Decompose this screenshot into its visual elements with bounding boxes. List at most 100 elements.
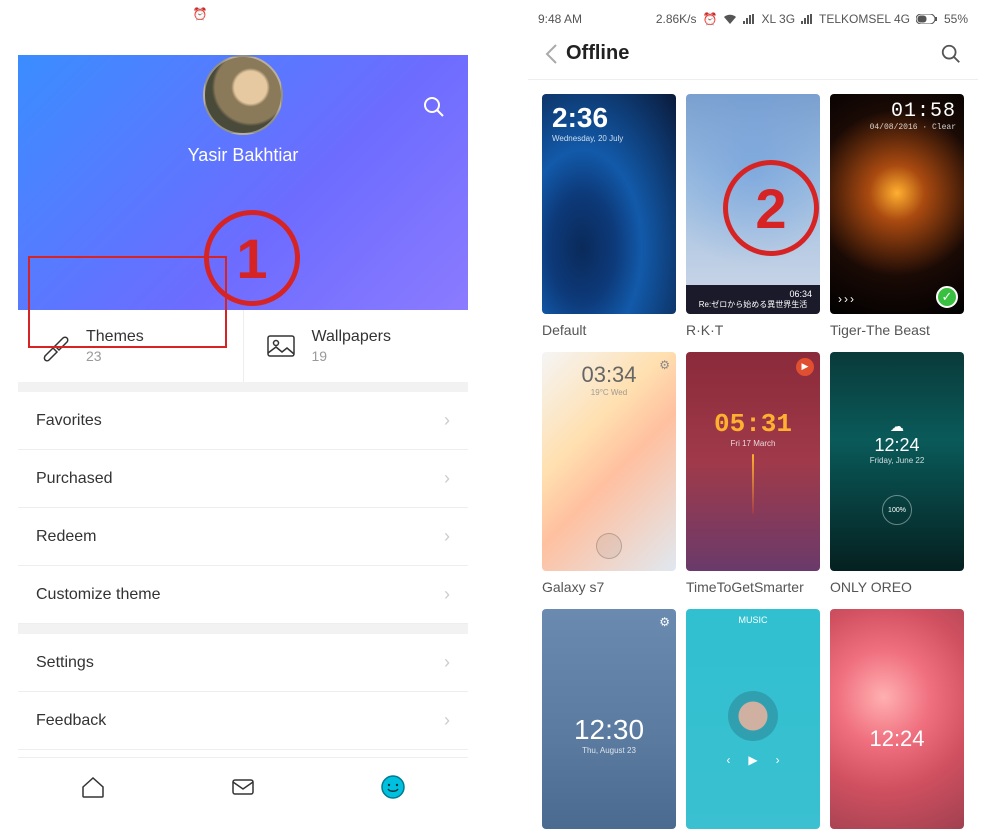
- theme-label: Tiger-The Beast: [830, 314, 964, 342]
- clock-text: 01:58: [870, 100, 956, 123]
- theme-thumb: 06:34 Re:ゼロから始める異世界生活: [686, 94, 820, 314]
- image-icon: [264, 329, 298, 363]
- theme-thumb: ⚙ 12:30 Thu, August 23: [542, 609, 676, 829]
- menu-label: Feedback: [36, 712, 106, 730]
- wallpapers-label: Wallpapers: [312, 328, 391, 346]
- theme-default[interactable]: 2:36 Wednesday, 20 July Default: [542, 94, 676, 342]
- signal-icon: [291, 9, 303, 19]
- right-screenshot: 9:48 AM 2.86K/s ⏰ XL 3G TELKOMSEL 4G 55%…: [528, 0, 978, 815]
- battery-icon: [916, 14, 938, 24]
- theme-grid: 2:36 Wednesday, 20 July Default 06:34 Re…: [528, 80, 978, 829]
- chevron-right-icon: ›: [444, 468, 450, 489]
- theme-label: TimeToGetSmarter: [686, 571, 820, 599]
- theme-thumb: 12:24: [830, 609, 964, 829]
- theme-label: Default: [542, 314, 676, 342]
- theme-thumb: ☁ 12:24 Friday, June 22 100%: [830, 352, 964, 572]
- theme-rkt[interactable]: 06:34 Re:ゼロから始める異世界生活 R·K·T: [686, 94, 820, 342]
- chevron-right-icon: ›: [444, 710, 450, 731]
- music-label: MUSIC: [686, 615, 820, 625]
- wifi-icon: [213, 8, 227, 20]
- page-title: Offline: [566, 42, 940, 65]
- theme-thumb: ▶ 05:31 Fri 17 March: [686, 352, 820, 572]
- nav-home[interactable]: [18, 758, 168, 815]
- theme-label: R·K·T: [686, 314, 820, 342]
- profile-header: Yasir Bakhtiar: [18, 55, 468, 310]
- theme-item[interactable]: ⚙ 12:30 Thu, August 23: [542, 609, 676, 829]
- clock-sub: Friday, June 22: [870, 456, 925, 465]
- menu-feedback[interactable]: Feedback ›: [18, 692, 468, 750]
- clock-sub: 19°C Wed: [542, 388, 676, 397]
- smile-icon: [380, 774, 406, 800]
- status-speed: 2.86K/s: [656, 12, 697, 26]
- menu-label: Purchased: [36, 470, 113, 488]
- prev-icon: ‹: [726, 753, 730, 767]
- play-icon: ▶: [796, 358, 814, 376]
- status-time: 9:47 AM: [28, 7, 72, 21]
- percent-circle: 100%: [882, 495, 912, 525]
- theme-thumb: MUSIC ‹ ▶ ›: [686, 609, 820, 829]
- clock-text: 2:36: [552, 102, 623, 134]
- signal-icon: [743, 14, 755, 24]
- theme-timetogetsmarter[interactable]: ▶ 05:31 Fri 17 March TimeToGetSmarter: [686, 352, 820, 600]
- chevrons-icon: ›››: [838, 292, 856, 306]
- nav-mail[interactable]: [168, 758, 318, 815]
- home-icon: [79, 773, 107, 801]
- status-net2: TELKOMSEL 4G: [309, 7, 400, 21]
- left-screenshot: 9:47 AM 0.16K/s ⏰ XL 3G TELKOMSEL 4G 55%…: [18, 0, 468, 815]
- theme-tiger[interactable]: 01:58 04/08/2016 · Clear ››› ✓ Tiger-The…: [830, 94, 964, 342]
- themes-count[interactable]: Themes 23: [18, 310, 244, 382]
- menu-settings[interactable]: Settings ›: [18, 634, 468, 692]
- status-time: 9:48 AM: [538, 12, 582, 26]
- signal-icon: [801, 14, 813, 24]
- clock-text: 12:30: [574, 714, 644, 746]
- clock-text: 05:31: [714, 409, 792, 439]
- status-net2: TELKOMSEL 4G: [819, 12, 910, 26]
- clock-text: 12:24: [869, 726, 924, 752]
- status-bar: 9:47 AM 0.16K/s ⏰ XL 3G TELKOMSEL 4G 55%: [18, 0, 468, 28]
- theme-item[interactable]: 12:24: [830, 609, 964, 829]
- next-icon: ›: [776, 753, 780, 767]
- menu-customize[interactable]: Customize theme ›: [18, 566, 468, 624]
- theme-galaxy-s7[interactable]: ⚙ 03:34 19°C Wed Galaxy s7: [542, 352, 676, 600]
- theme-item[interactable]: MUSIC ‹ ▶ ›: [686, 609, 820, 829]
- search-icon: [422, 95, 446, 119]
- brush-icon: [38, 329, 72, 363]
- alarm-icon: ⏰: [703, 12, 718, 26]
- search-button[interactable]: [940, 43, 962, 65]
- profile-name: Yasir Bakhtiar: [18, 145, 468, 166]
- status-bar: 9:48 AM 2.86K/s ⏰ XL 3G TELKOMSEL 4G 55%: [528, 0, 978, 28]
- clock-text: 03:34: [542, 362, 676, 388]
- status-net1: XL 3G: [251, 7, 285, 21]
- menu-redeem[interactable]: Redeem ›: [18, 508, 468, 566]
- theme-thumb: 2:36 Wednesday, 20 July: [542, 94, 676, 314]
- chevron-right-icon: ›: [444, 526, 450, 547]
- menu-favorites[interactable]: Favorites ›: [18, 392, 468, 450]
- battery-icon: [406, 9, 428, 19]
- theme-only-oreo[interactable]: ☁ 12:24 Friday, June 22 100% ONLY OREO: [830, 352, 964, 600]
- chevron-right-icon: ›: [444, 410, 450, 431]
- search-icon: [940, 43, 962, 65]
- status-net1: XL 3G: [761, 12, 795, 26]
- nav-profile[interactable]: [318, 758, 468, 815]
- clock-sub: Fri 17 March: [731, 439, 776, 448]
- chevron-right-icon: ›: [444, 652, 450, 673]
- cloud-icon: ☁: [890, 418, 904, 435]
- avatar[interactable]: [203, 55, 283, 135]
- status-speed: 0.16K/s: [146, 7, 187, 21]
- clock-text: 06:34: [690, 289, 816, 299]
- back-button[interactable]: [536, 43, 566, 65]
- status-battery: 55%: [944, 12, 968, 26]
- theme-thumb: ⚙ 03:34 19°C Wed: [542, 352, 676, 572]
- wallpapers-number: 19: [312, 348, 391, 364]
- menu-label: Favorites: [36, 412, 102, 430]
- clock-text: 12:24: [874, 435, 919, 456]
- check-icon: ✓: [936, 286, 958, 308]
- gear-icon: ⚙: [659, 615, 670, 629]
- search-button[interactable]: [422, 95, 446, 119]
- menu-purchased[interactable]: Purchased ›: [18, 450, 468, 508]
- album-art: [728, 691, 778, 741]
- play-icon: ▶: [748, 753, 757, 767]
- theme-label: ONLY OREO: [830, 571, 964, 599]
- wallpapers-count[interactable]: Wallpapers 19: [244, 310, 469, 382]
- fingerprint-icon: [596, 533, 622, 559]
